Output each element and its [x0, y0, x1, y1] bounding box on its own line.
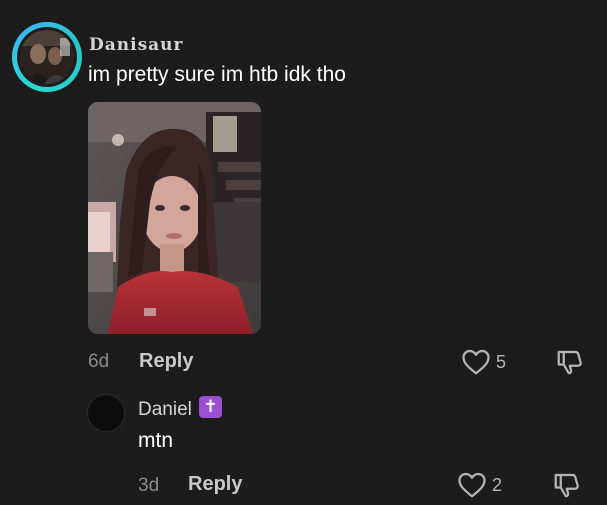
- thumbs-down-icon: [554, 473, 579, 498]
- reply-like-button[interactable]: [457, 471, 487, 499]
- reply-like-count: 2: [492, 475, 503, 495]
- reply-avatar[interactable]: [87, 394, 125, 432]
- username[interactable]: Danisaur: [89, 35, 183, 55]
- comment-text: im pretty sure im htb idk tho: [88, 63, 346, 86]
- comment-photo[interactable]: [88, 102, 261, 334]
- avatar-photo: [20, 30, 74, 84]
- comment-timestamp: 6d: [88, 351, 110, 372]
- reply-username[interactable]: Daniel: [138, 399, 192, 421]
- reply-timestamp: 3d: [138, 475, 160, 496]
- reply-to-reply-button[interactable]: Reply: [188, 473, 242, 496]
- reply-dislike-button[interactable]: [552, 470, 582, 500]
- avatar[interactable]: [20, 30, 74, 84]
- heart-outline-icon: [458, 472, 486, 498]
- cross-badge-icon: ✝: [199, 396, 222, 418]
- like-button[interactable]: [461, 348, 491, 376]
- thumbs-down-icon: [557, 350, 582, 375]
- like-count: 5: [496, 352, 507, 372]
- heart-outline-icon: [462, 349, 490, 375]
- selfie-image: [88, 102, 261, 334]
- reply-button[interactable]: Reply: [139, 350, 193, 373]
- dislike-button[interactable]: [555, 347, 585, 377]
- reply-text: mtn: [138, 429, 174, 452]
